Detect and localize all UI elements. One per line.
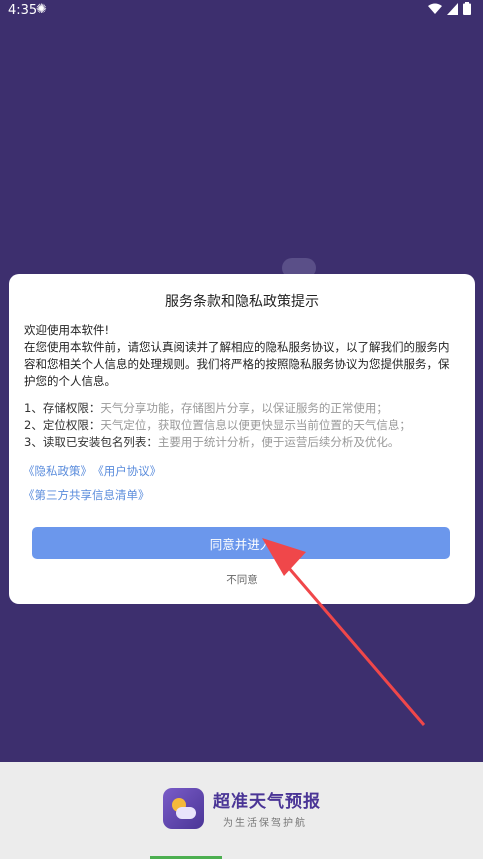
dialog-greeting: 欢迎使用本软件! [24, 323, 110, 337]
dialog-intro-text: 在您使用本软件前，请您认真阅读并了解相应的隐私服务协议，以了解我们的服务内容和您… [24, 340, 450, 388]
app-brand: 超准天气预报 为生活保驾护航 [163, 787, 321, 829]
app-slogan: 为生活保驾护航 [223, 818, 307, 829]
permission-item-packages: 3、读取已安装包名列表：主要用于统计分析，便于运营后续分析及优化。 [24, 434, 464, 451]
status-time: 4:35 [8, 3, 38, 18]
status-bar: 4:35 ✺ [0, 0, 483, 22]
permission-list: 1、存储权限：天气分享功能，存储图片分享，以保证服务的正常使用； 2、定位权限：… [24, 400, 464, 451]
settings-status-icon: ✺ [36, 2, 47, 17]
app-name: 超准天气预报 [213, 792, 321, 812]
permission-item-location: 2、定位权限：天气定位，获取位置信息以便更快显示当前位置的天气信息； [24, 417, 464, 434]
permission-label: 1、存储权限： [24, 401, 101, 415]
signal-icon [447, 2, 458, 15]
permission-item-storage: 1、存储权限：天气分享功能，存储图片分享，以保证服务的正常使用； [24, 400, 464, 417]
disagree-button[interactable]: 不同意 [9, 572, 475, 587]
app-logo-icon [163, 787, 204, 829]
permission-desc: 主要用于统计分析，便于运营后续分析及优化。 [157, 435, 400, 449]
privacy-policy-link[interactable]: 《隐私政策》 [23, 464, 92, 478]
dialog-intro: 欢迎使用本软件! 在您使用本软件前，请您认真阅读并了解相应的隐私服务协议，以了解… [24, 322, 460, 390]
permission-desc: 天气定位，获取位置信息以便更快显示当前位置的天气信息； [100, 418, 411, 432]
third-party-list-link[interactable]: 《第三方共享信息清单》 [23, 488, 150, 502]
permission-label: 3、读取已安装包名列表： [24, 435, 158, 449]
user-agreement-link[interactable]: 《用户协议》 [98, 464, 161, 478]
permission-label: 2、定位权限： [24, 418, 101, 432]
privacy-dialog: 服务条款和隐私政策提示 欢迎使用本软件! 在您使用本软件前，请您认真阅读并了解相… [9, 274, 475, 604]
dialog-title: 服务条款和隐私政策提示 [165, 294, 319, 310]
wifi-icon [428, 3, 442, 14]
battery-icon [463, 2, 471, 15]
permission-desc: 天气分享功能，存储图片分享，以保证服务的正常使用； [100, 401, 388, 415]
agree-button[interactable]: 同意并进入 [32, 527, 450, 559]
policy-links: 《隐私政策》 《用户协议》 [23, 463, 167, 479]
third-party-links: 《第三方共享信息清单》 [23, 487, 156, 503]
